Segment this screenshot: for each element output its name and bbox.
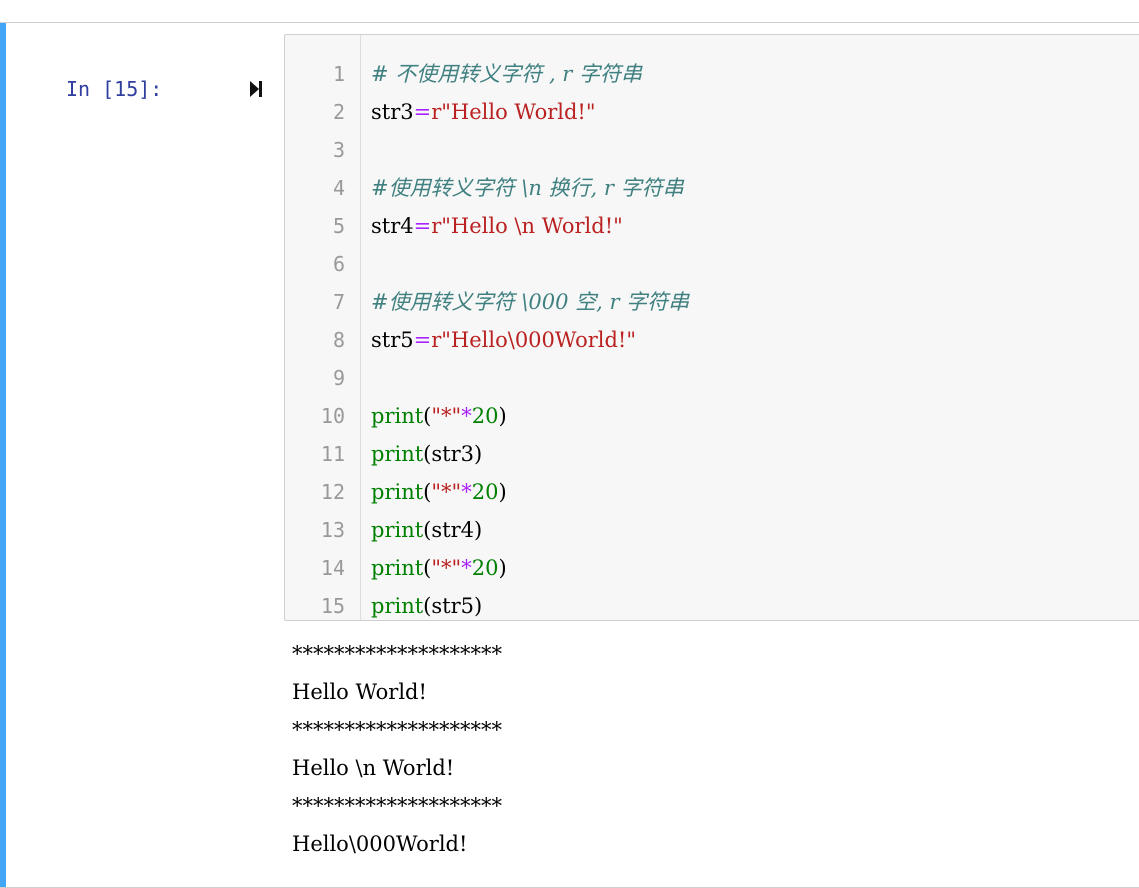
code-area[interactable]: # 不使用转义字符 , r 字符串 str3=r"Hello World!" #使用… [371,55,1139,620]
code-line: str4=r"Hello \n World!" [371,207,1139,245]
code-token-string: "*" [431,404,462,428]
code-token-op: * [461,480,472,504]
output-line: Hello\000World! [292,832,468,856]
output-line: Hello World! [292,680,427,704]
code-token-name: (str5) [423,594,483,618]
notebook-page: In [15]: 1 2 3 4 5 6 7 8 9 10 11 12 13 14 15 # 不使用转义字符… [0,0,1139,888]
code-token-name: str3 [371,100,414,124]
code-token-string: r"Hello\000World!" [431,328,637,352]
line-number: 13 [320,518,345,542]
code-token-comment: #使用转义字符 \n 换行, r 字符串 [371,176,684,200]
line-numbers: 1 2 3 4 5 6 7 8 9 10 11 12 13 14 15 [285,55,345,620]
code-token-op: = [413,328,432,352]
line-number: 4 [332,176,345,200]
code-token-string: r"Hello \n World!" [431,214,623,238]
code-token-name: str5 [371,328,414,352]
line-number: 10 [320,404,345,428]
code-token-op: * [461,556,472,580]
code-token-number: 20 [471,480,499,504]
output-line: ******************** [292,718,502,742]
code-cell[interactable]: In [15]: 1 2 3 4 5 6 7 8 9 10 11 12 13 14 15 # 不使用转义字符… [0,22,1139,888]
line-number-gutter: 1 2 3 4 5 6 7 8 9 10 11 12 13 14 15 [285,35,361,620]
code-line: print(str5) [371,587,1139,620]
line-number: 3 [332,138,345,162]
output-line: Hello \n World! [292,756,455,780]
run-cell-icon[interactable] [248,78,268,100]
code-token-name: str4 [371,214,414,238]
line-number: 2 [332,100,345,124]
line-number: 1 [332,62,345,86]
code-line: #使用转义字符 \n 换行, r 字符串 [371,169,1139,207]
code-token-name: (str4) [423,518,483,542]
code-token-op: = [413,100,432,124]
code-token-builtin: print [371,480,424,504]
run-cell-icon-glyph [250,81,262,97]
code-token-number: 20 [471,556,499,580]
cell-output: ******************** Hello World! ********… [292,635,502,863]
code-line: #使用转义字符 \000 空, r 字符串 [371,283,1139,321]
line-number: 11 [320,442,345,466]
code-token-builtin: print [371,404,424,428]
code-line: print("*"*20) [371,397,1139,435]
code-token-builtin: print [371,518,424,542]
input-prompt: In [15]: [66,77,163,101]
line-number: 12 [320,480,345,504]
code-line: print("*"*20) [371,549,1139,587]
code-token-comment: #使用转义字符 \000 空, r 字符串 [371,290,690,314]
code-line: print(str4) [371,511,1139,549]
line-number: 14 [320,556,345,580]
code-line: # 不使用转义字符 , r 字符串 [371,55,1139,93]
code-line: str3=r"Hello World!" [371,93,1139,131]
cell-selection-bar [0,23,6,887]
code-token-string: r"Hello World!" [431,100,596,124]
code-editor[interactable]: 1 2 3 4 5 6 7 8 9 10 11 12 13 14 15 # 不使用转义字符 , r 字符串 s… [284,34,1139,621]
line-number: 9 [332,366,345,390]
code-token-string: "*" [431,556,462,580]
code-token-builtin: print [371,594,424,618]
line-number: 6 [332,252,345,276]
code-token-name: ) [498,404,507,428]
code-token-op: * [461,404,472,428]
line-number: 7 [332,290,345,314]
code-token-number: 20 [471,404,499,428]
line-number: 15 [320,594,345,618]
line-number: 8 [332,328,345,352]
code-token-name: ) [498,556,507,580]
output-line: ******************** [292,642,502,666]
code-token-builtin: print [371,556,424,580]
code-token-op: = [413,214,432,238]
code-token-name: (str3) [423,442,483,466]
code-token-builtin: print [371,442,424,466]
output-line: ******************** [292,794,502,818]
code-token-name: ) [498,480,507,504]
code-line: print("*"*20) [371,473,1139,511]
code-token-string: "*" [431,480,462,504]
code-token-comment: # 不使用转义字符 , r 字符串 [371,62,643,86]
code-line: print(str3) [371,435,1139,473]
code-line: str5=r"Hello\000World!" [371,321,1139,359]
line-number: 5 [332,214,345,238]
